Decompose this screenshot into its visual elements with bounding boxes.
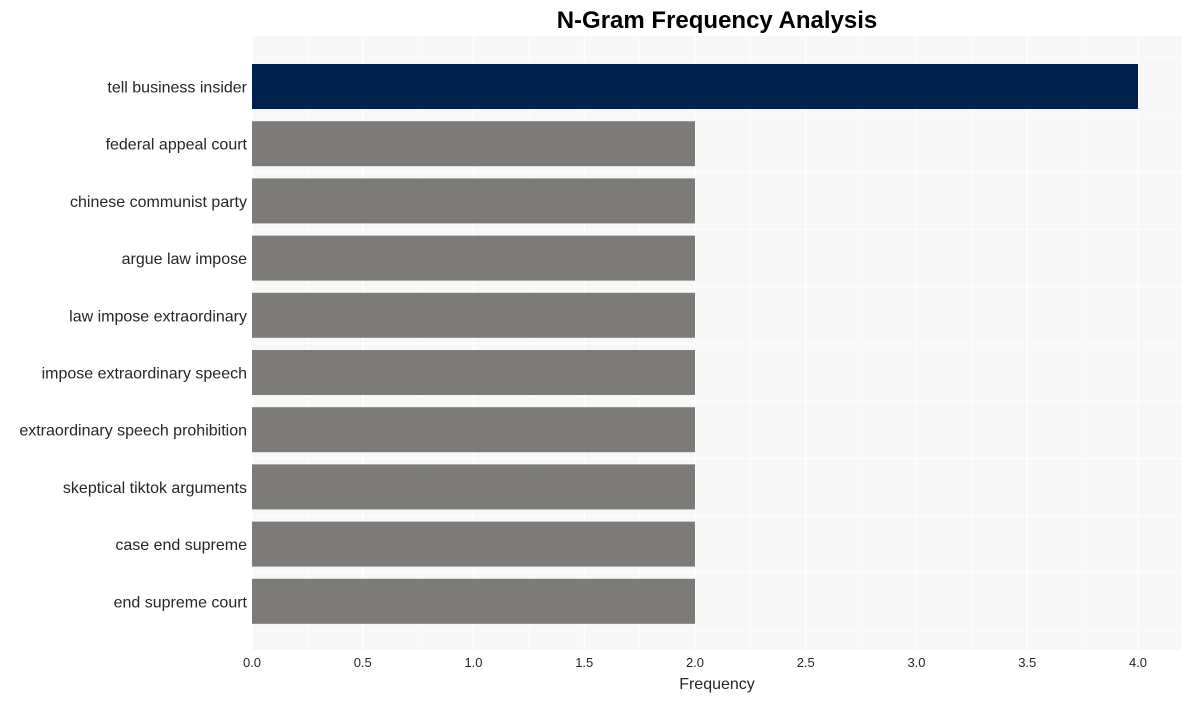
x-tick-label: 1.0 [464,655,482,670]
chart-title: N-Gram Frequency Analysis [557,7,878,34]
y-tick-label: impose extraordinary speech [42,366,247,383]
y-tick-label: end supreme court [114,594,248,611]
bar-law-impose-extraordinary [252,292,695,338]
x-tick-label: 0.0 [243,655,261,670]
chart: tell business insider federal appeal cour… [19,7,1182,693]
x-tick-label: 0.5 [354,655,372,670]
x-tick-label: 2.0 [686,655,704,670]
y-tick-label: chinese communist party [70,194,247,211]
y-tick-label: federal appeal court [106,137,248,154]
bar-end-supreme-court [252,578,695,624]
x-tick-label: 3.0 [907,655,925,670]
y-tick-label: case end supreme [115,537,247,554]
x-tick-label: 3.5 [1018,655,1036,670]
x-axis-label: Frequency [679,676,755,693]
y-tick-label: extraordinary speech prohibition [19,423,247,440]
bar-impose-extraordinary-speech [252,350,695,395]
bar-case-end-supreme [252,521,695,567]
y-tick-label: skeptical tiktok arguments [63,480,247,497]
x-tick-labels: 0.0 0.5 1.0 1.5 2.0 2.5 3.0 3.5 4.0 [243,655,1147,670]
y-tick-label: argue law impose [122,251,248,268]
bar-chinese-communist-party [252,178,695,224]
bar-tell-business-insider [252,64,1138,109]
y-tick-label: law impose extraordinary [69,308,247,325]
x-tick-label: 1.5 [575,655,593,670]
bar-federal-appeal-court [252,121,695,167]
y-tick-label: tell business insider [107,80,247,97]
bar-skeptical-tiktok-arguments [252,464,695,510]
bar-argue-law-impose [252,235,695,281]
bar-extraordinary-speech-prohibition [252,407,695,453]
y-tick-labels: tell business insider federal appeal cour… [19,80,247,612]
x-tick-label: 2.5 [797,655,815,670]
x-tick-label: 4.0 [1129,655,1147,670]
